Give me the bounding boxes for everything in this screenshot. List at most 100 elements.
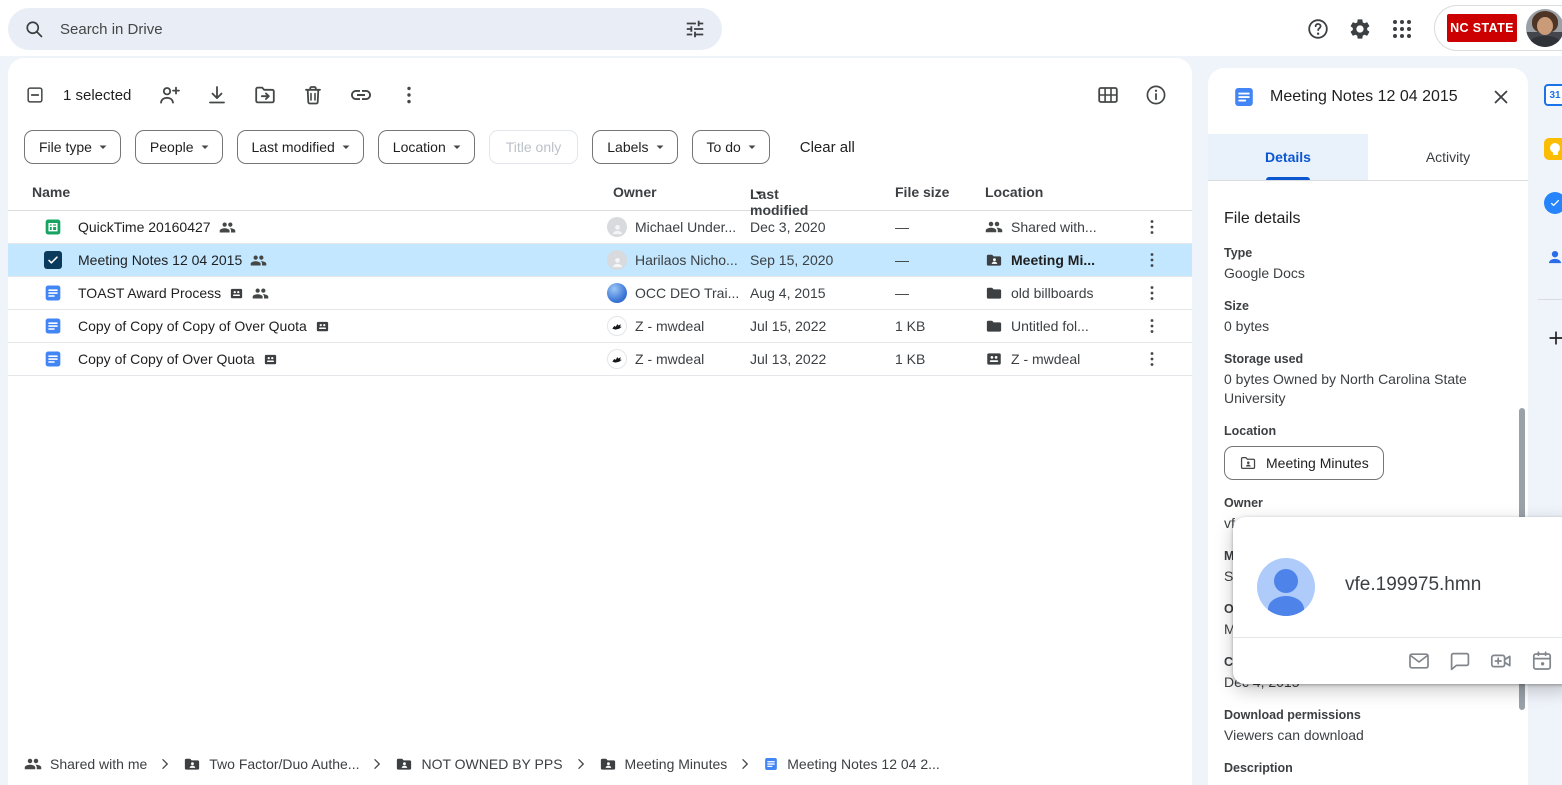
file-size: — — [895, 211, 975, 243]
info-icon[interactable] — [1144, 83, 1168, 107]
share-icon[interactable] — [157, 83, 181, 107]
keep-app-icon[interactable] — [1544, 138, 1562, 160]
owner-avatar — [607, 316, 627, 336]
filter-chip-people[interactable]: People — [135, 130, 223, 164]
contacts-app-icon[interactable] — [1544, 246, 1562, 268]
settings-icon[interactable] — [1348, 17, 1372, 41]
owner-hovercard: vfe.199975.hmn — [1233, 517, 1562, 684]
file-name: Copy of Copy of Copy of Over Quota — [78, 318, 307, 334]
divider — [1538, 299, 1562, 300]
table-row[interactable]: Copy of Copy of Copy of Over Quota Z - m… — [8, 310, 1192, 343]
tune-icon[interactable] — [684, 18, 706, 40]
table-row[interactable]: Copy of Copy of Over Quota Z - mwdeal Ju… — [8, 343, 1192, 376]
view-toolbar — [1096, 75, 1192, 115]
filter-chip-to-do[interactable]: To do — [692, 130, 770, 164]
download-icon[interactable] — [205, 83, 229, 107]
breadcrumb-file[interactable]: Meeting Notes 12 04 2... — [763, 756, 940, 772]
account-avatar[interactable] — [1526, 9, 1562, 47]
account-area[interactable]: NC STATE — [1434, 5, 1562, 51]
grid-view-icon[interactable] — [1096, 83, 1120, 107]
field-label-storage: Storage used — [1224, 351, 1506, 368]
file-details-section: File details Type Google Docs Size 0 byt… — [1224, 180, 1506, 785]
last-modified: Jul 15, 2022 — [750, 310, 880, 342]
file-name: Copy of Copy of Over Quota — [78, 351, 255, 367]
search-icon[interactable] — [24, 19, 44, 39]
location-chip[interactable]: Meeting Minutes — [1224, 446, 1384, 480]
row-menu-button[interactable] — [1136, 277, 1168, 309]
trash-icon[interactable] — [301, 83, 325, 107]
clear-all-button[interactable]: Clear all — [800, 139, 855, 156]
tasks-app-icon[interactable] — [1544, 192, 1562, 214]
field-label-description: Description — [1224, 760, 1506, 777]
row-checkbox-checked[interactable] — [44, 251, 62, 269]
more-icon — [1142, 349, 1162, 369]
chevron-down-icon — [337, 138, 355, 156]
calendar-icon[interactable] — [1530, 649, 1554, 673]
person-icon — [610, 255, 625, 270]
file-size: 1 KB — [895, 343, 975, 375]
breadcrumb-folder[interactable]: NOT OWNED BY PPS — [395, 755, 562, 773]
file-list-card: 1 selected File type People Last modifie… — [8, 58, 1192, 785]
last-modified: Sep 15, 2020 — [750, 244, 880, 276]
file-name: TOAST Award Process — [78, 285, 221, 301]
filter-chip-labels[interactable]: Labels — [592, 130, 677, 164]
move-icon[interactable] — [253, 83, 277, 107]
column-header-size[interactable]: File size — [895, 184, 949, 200]
people-icon — [219, 219, 236, 236]
column-header-name[interactable]: Name — [32, 184, 70, 200]
docs-icon — [43, 316, 63, 336]
search-bar[interactable] — [8, 8, 722, 50]
column-header-location[interactable]: Location — [985, 184, 1043, 200]
shared-folder-icon — [183, 755, 201, 773]
chevron-down-icon — [196, 138, 214, 156]
close-icon[interactable] — [1490, 86, 1512, 108]
field-value-type: Google Docs — [1224, 264, 1506, 283]
person-icon — [1545, 247, 1562, 267]
field-value-storage: 0 bytes Owned by North Carolina State Un… — [1224, 370, 1506, 408]
tab-activity[interactable]: Activity — [1368, 134, 1528, 180]
field-value-size: 0 bytes — [1224, 317, 1506, 336]
owner-avatar — [607, 217, 627, 237]
owner-name: Harilaos Nicho... — [635, 252, 738, 268]
table-row[interactable]: TOAST Award Process OCC DEO Trai... Aug … — [8, 277, 1192, 310]
more-icon — [1142, 283, 1162, 303]
file-list: QuickTime 20160427 Michael Under... Dec … — [8, 211, 1192, 376]
people-icon — [24, 755, 42, 773]
search-input[interactable] — [58, 20, 670, 39]
owner-display-name: vfe.199975.hmn — [1345, 574, 1481, 596]
filter-chip-last-modified[interactable]: Last modified — [237, 130, 364, 164]
select-checkbox[interactable] — [25, 85, 45, 105]
row-menu-button[interactable] — [1136, 343, 1168, 375]
row-menu-button[interactable] — [1136, 310, 1168, 342]
org-badge: NC STATE — [1447, 14, 1517, 42]
add-apps-button[interactable] — [1544, 326, 1562, 350]
tab-details[interactable]: Details — [1208, 134, 1368, 180]
help-icon[interactable] — [1306, 17, 1330, 41]
selection-toolbar: 1 selected — [8, 75, 1192, 115]
column-header-owner[interactable]: Owner — [613, 184, 657, 200]
apps-grid-icon[interactable] — [1390, 17, 1414, 41]
people-icon — [985, 218, 1003, 236]
sheets-icon — [43, 217, 63, 237]
top-bar: NC STATE — [0, 0, 1562, 56]
video-call-icon[interactable] — [1489, 649, 1513, 673]
last-modified: Aug 4, 2015 — [750, 277, 880, 309]
table-row-selected[interactable]: Meeting Notes 12 04 2015 Harilaos Nicho.… — [8, 244, 1192, 277]
row-menu-button[interactable] — [1136, 211, 1168, 243]
more-actions-icon[interactable] — [397, 83, 421, 107]
chat-icon[interactable] — [1448, 649, 1472, 673]
column-header-modified[interactable]: Last modified — [750, 184, 768, 202]
breadcrumb-folder[interactable]: Two Factor/Duo Authe... — [183, 755, 359, 773]
row-menu-button[interactable] — [1136, 244, 1168, 276]
link-icon[interactable] — [349, 83, 373, 107]
filter-chip-file-type[interactable]: File type — [24, 130, 121, 164]
email-icon[interactable] — [1407, 649, 1431, 673]
breadcrumb-shared-with-me[interactable]: Shared with me — [24, 755, 147, 773]
filter-chip-location[interactable]: Location — [378, 130, 475, 164]
chevron-right-icon — [572, 755, 590, 773]
table-row[interactable]: QuickTime 20160427 Michael Under... Dec … — [8, 211, 1192, 244]
selected-count: 1 selected — [63, 87, 139, 104]
chevron-right-icon — [736, 755, 754, 773]
calendar-app-icon[interactable]: 31 — [1544, 84, 1562, 106]
breadcrumb-folder[interactable]: Meeting Minutes — [599, 755, 728, 773]
